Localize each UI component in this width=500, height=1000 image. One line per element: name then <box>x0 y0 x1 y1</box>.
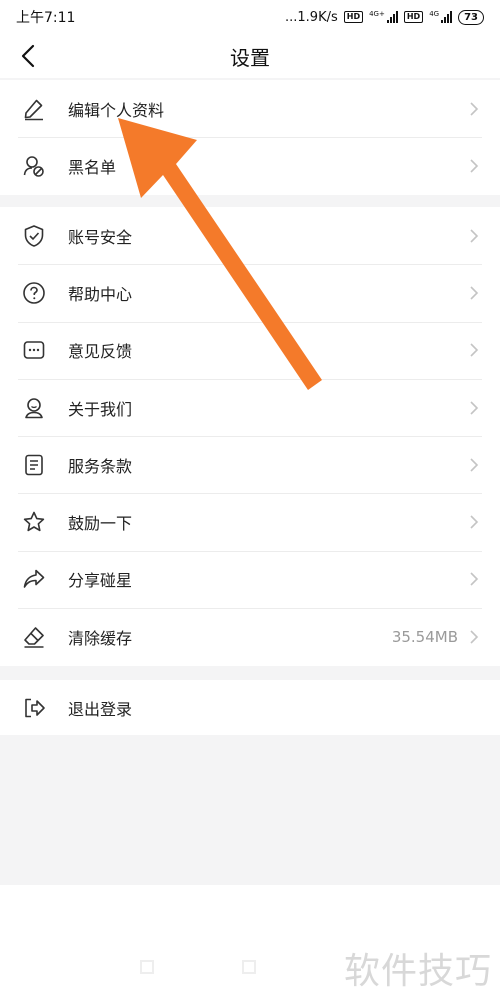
status-indicators: ...1.9K/s HD 4G+ HD 4G 73 <box>285 9 484 25</box>
settings-item-feedback[interactable]: 意见反馈 <box>0 321 500 379</box>
bottom-background <box>0 735 500 885</box>
settings-item-account-security[interactable]: 账号安全 <box>0 207 500 264</box>
user-block-icon <box>22 154 46 178</box>
pencil-icon <box>22 97 46 121</box>
section-separator <box>0 666 500 680</box>
section-separator <box>0 195 500 207</box>
settings-group-general: 账号安全 帮助中心 意见反馈 关于我们 服务条款 鼓励一下 分享碰星 清除缓存 … <box>0 207 500 666</box>
star-icon <box>22 510 46 534</box>
status-bar: 上午7:11 ...1.9K/s HD 4G+ HD 4G 73 <box>0 0 500 34</box>
settings-group-logout: 退出登录 <box>0 680 500 735</box>
settings-item-blacklist[interactable]: 黑名单 <box>0 137 500 194</box>
battery-icon: 73 <box>458 9 484 25</box>
settings-item-label: 关于我们 <box>68 399 133 419</box>
settings-item-label: 鼓励一下 <box>68 514 133 534</box>
back-button[interactable] <box>10 38 46 74</box>
chat-dots-icon <box>22 338 46 362</box>
chevron-right-icon <box>468 457 480 473</box>
chevron-right-icon <box>468 228 480 244</box>
network-type-label: 4G+ <box>369 10 385 18</box>
chevron-right-icon <box>468 285 480 301</box>
signal-icon-2: 4G <box>429 10 453 23</box>
logout-icon <box>22 696 46 720</box>
network-type-label-2: 4G <box>429 10 440 18</box>
document-icon <box>22 453 46 477</box>
settings-item-label: 退出登录 <box>68 699 133 719</box>
settings-item-rate-us[interactable]: 鼓励一下 <box>0 493 500 550</box>
settings-item-share[interactable]: 分享碰星 <box>0 550 500 608</box>
settings-item-label: 帮助中心 <box>68 284 133 304</box>
cache-size-value: 35.54MB <box>391 627 458 646</box>
settings-item-label: 账号安全 <box>68 227 133 247</box>
chevron-right-icon <box>468 571 480 587</box>
settings-item-label: 编辑个人资料 <box>68 100 165 120</box>
signal-icon: 4G+ <box>369 11 398 23</box>
settings-item-help-center[interactable]: 帮助中心 <box>0 264 500 321</box>
question-circle-icon <box>22 281 46 305</box>
share-icon <box>22 567 46 591</box>
chevron-right-icon <box>468 514 480 530</box>
settings-item-logout[interactable]: 退出登录 <box>0 680 500 735</box>
chevron-right-icon <box>468 342 480 358</box>
chevron-right-icon <box>468 400 480 416</box>
hd-badge-2: HD <box>403 11 424 23</box>
settings-item-label: 服务条款 <box>68 456 133 476</box>
chevron-left-icon <box>21 44 35 68</box>
chevron-right-icon <box>468 629 480 645</box>
settings-item-label: 黑名单 <box>68 157 117 177</box>
faint-square-icon <box>140 960 154 974</box>
person-icon <box>22 396 46 420</box>
chevron-right-icon <box>468 158 480 174</box>
faint-square-icon <box>242 960 256 974</box>
network-speed: ...1.9K/s <box>285 9 338 25</box>
nav-bar: 设置 <box>0 34 500 78</box>
settings-item-clear-cache[interactable]: 清除缓存 35.54MB <box>0 608 500 665</box>
shield-check-icon <box>22 224 46 248</box>
settings-item-label: 分享碰星 <box>68 571 133 591</box>
status-time: 上午7:11 <box>16 10 76 26</box>
eraser-icon <box>22 625 46 649</box>
settings-item-terms[interactable]: 服务条款 <box>0 436 500 493</box>
hd-badge: HD <box>343 11 364 23</box>
settings-item-about-us[interactable]: 关于我们 <box>0 378 500 436</box>
watermark-text: 软件技巧 <box>343 951 492 992</box>
settings-group-profile: 编辑个人资料 黑名单 <box>0 80 500 195</box>
page-title: 设置 <box>230 45 270 70</box>
settings-item-edit-profile[interactable]: 编辑个人资料 <box>0 80 500 137</box>
chevron-right-icon <box>468 101 480 117</box>
settings-item-label: 意见反馈 <box>68 342 133 362</box>
settings-item-label: 清除缓存 <box>68 628 133 648</box>
